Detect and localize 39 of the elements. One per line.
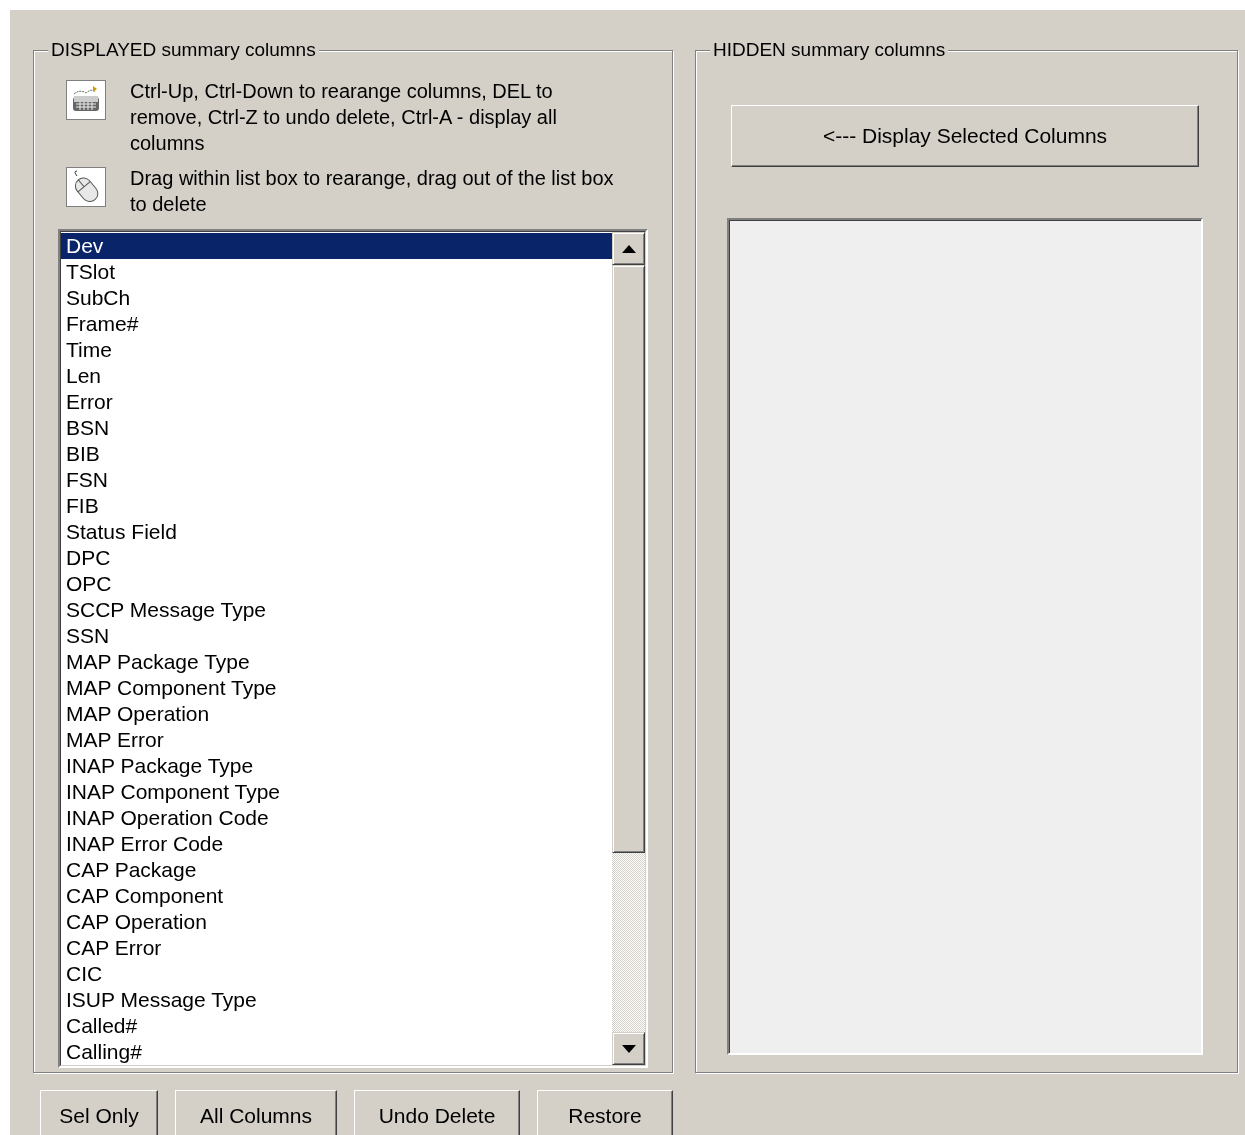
list-item[interactable]: Dev [61,233,612,259]
list-item[interactable]: MAP Error [61,727,612,753]
list-item[interactable]: Calling# [61,1039,612,1065]
list-item[interactable]: INAP Package Type [61,753,612,779]
list-item[interactable]: MAP Operation [61,701,612,727]
list-item[interactable]: Status Field [61,519,612,545]
list-item[interactable]: Len [61,363,612,389]
list-item[interactable]: INAP Operation Code [61,805,612,831]
list-item[interactable]: FIB [61,493,612,519]
list-item[interactable]: Called# [61,1013,612,1039]
list-item[interactable]: CIC [61,961,612,987]
list-item[interactable]: CAP Component [61,883,612,909]
list-item[interactable]: CAP Error [61,935,612,961]
push-button[interactable]: Sel Only [40,1090,158,1135]
list-item[interactable]: BIB [61,441,612,467]
list-item[interactable]: DPC [61,545,612,571]
list-item[interactable]: Frame# [61,311,612,337]
list-item[interactable]: SSN [61,623,612,649]
hint-text: Drag within list box to rearange, drag out of the list box to delete [130,166,615,217]
hint-text: Ctrl-Up, Ctrl-Down to rearange columns, DEL to remove, Ctrl-Z to undo delete, Ctrl-A - display all columns [130,79,558,156]
list-item[interactable]: SCCP Message Type [61,597,612,623]
list-item[interactable]: CAP Package [61,857,612,883]
list-item[interactable]: MAP Component Type [61,675,612,701]
list-item[interactable]: Time [61,337,612,363]
list-item[interactable]: TSlot [61,259,612,285]
list-item[interactable]: BSN [61,415,612,441]
list-item[interactable]: CAP Operation [61,909,612,935]
list-item[interactable]: ISUP Message Type [61,987,612,1013]
push-button[interactable]: Restore [537,1090,673,1135]
list-item[interactable]: Error [61,389,612,415]
list-item[interactable]: SubCh [61,285,612,311]
push-button[interactable]: <--- Display Selected Columns [731,105,1199,167]
push-button[interactable]: Undo Delete [354,1090,520,1135]
push-button[interactable]: All Columns [175,1090,337,1135]
list-item[interactable]: INAP Component Type [61,779,612,805]
list-item[interactable]: FSN [61,467,612,493]
list-item[interactable]: OPC [61,571,612,597]
list-item[interactable]: INAP Error Code [61,831,612,857]
list-item[interactable]: MAP Package Type [61,649,612,675]
